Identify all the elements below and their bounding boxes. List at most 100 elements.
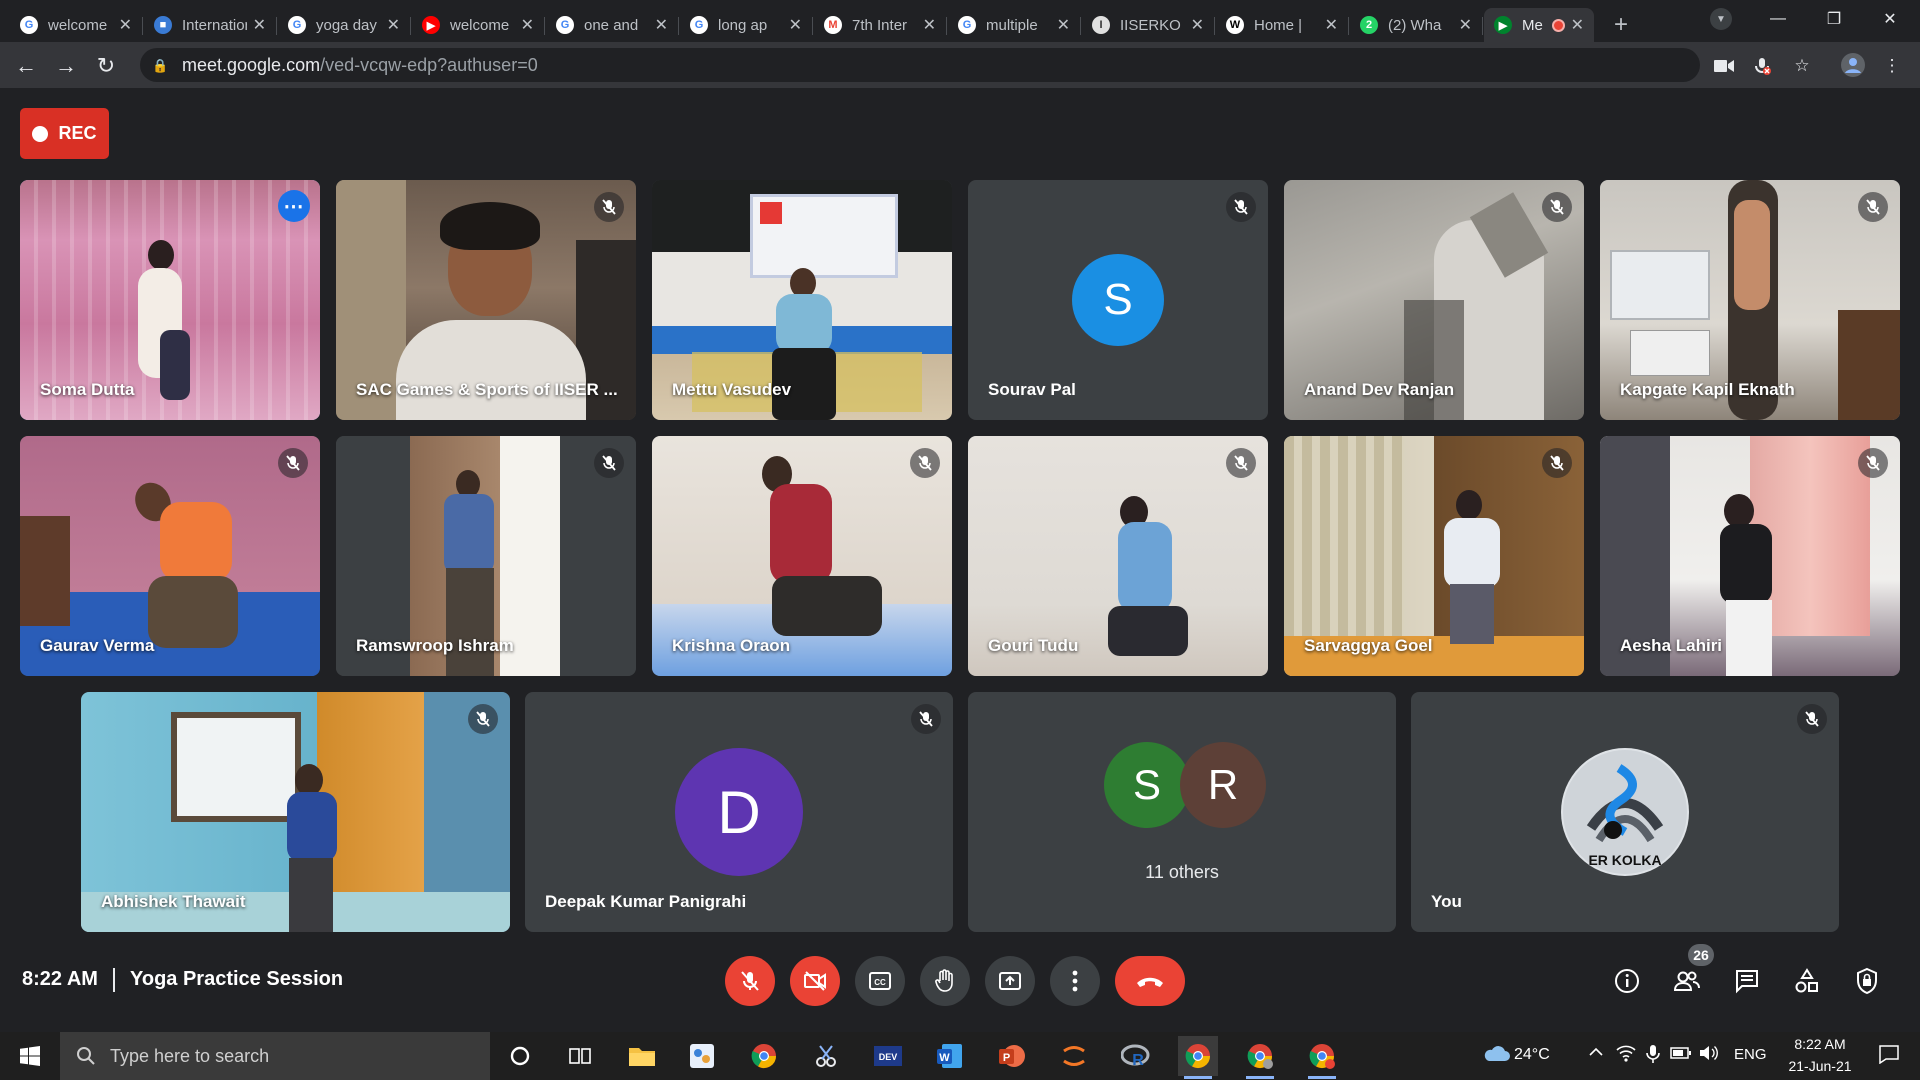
close-tab-icon[interactable]: ✕ xyxy=(655,15,668,35)
taskbar-search-box[interactable]: Type here to search xyxy=(60,1032,490,1080)
tab-search-button[interactable]: ▼ xyxy=(1710,8,1732,30)
close-tab-icon[interactable]: ✕ xyxy=(1057,15,1070,35)
participant-tile[interactable]: Sarvaggya Goel xyxy=(1284,436,1584,676)
participant-name: Sarvaggya Goel xyxy=(1304,636,1433,655)
iiser-icon: I xyxy=(1092,16,1110,34)
weather-icon[interactable] xyxy=(1482,1042,1510,1069)
browser-tab[interactable]: Glong ap ✕ xyxy=(678,8,812,42)
captions-button[interactable]: CC xyxy=(855,956,905,1006)
browser-tab[interactable]: ▶ Me ✕ xyxy=(1482,8,1594,42)
browser-tab[interactable]: Gmultiple ✕ xyxy=(946,8,1080,42)
r-language-icon[interactable]: R xyxy=(1116,1036,1156,1076)
powerpoint-icon[interactable]: P xyxy=(992,1036,1032,1076)
browser-tab[interactable]: Gyoga day ✕ xyxy=(276,8,410,42)
raise-hand-button[interactable] xyxy=(920,956,970,1006)
participant-tile[interactable]: D Deepak Kumar Panigrahi xyxy=(525,692,953,932)
activities-button[interactable] xyxy=(1792,966,1822,996)
close-tab-icon[interactable]: ✕ xyxy=(1325,15,1338,35)
browser-tab[interactable]: Gwelcome ✕ xyxy=(10,8,142,42)
show-hidden-icons[interactable] xyxy=(1588,1044,1604,1065)
participant-tile[interactable]: Anand Dev Ranjan xyxy=(1284,180,1584,420)
participant-tile[interactable]: Abhishek Thawait xyxy=(81,692,510,932)
participant-tile[interactable]: Aesha Lahiri xyxy=(1600,436,1900,676)
camera-toggle-button[interactable] xyxy=(790,956,840,1006)
close-tab-icon[interactable]: ✕ xyxy=(1459,15,1472,35)
browser-tab[interactable]: I IISERKO ✕ xyxy=(1080,8,1214,42)
taskbar-time[interactable]: 8:22 AM xyxy=(1780,1036,1860,1052)
close-tab-icon[interactable]: ✕ xyxy=(1191,15,1204,35)
profile-avatar[interactable] xyxy=(1838,50,1868,80)
chrome-taskbar-icon[interactable] xyxy=(744,1036,784,1076)
paint-app-icon[interactable] xyxy=(682,1036,722,1076)
microphone-icon[interactable] xyxy=(1646,1044,1660,1069)
mic-blocked-icon[interactable] xyxy=(1750,54,1774,78)
new-tab-button[interactable]: + xyxy=(1604,8,1638,42)
volume-icon[interactable] xyxy=(1698,1044,1720,1067)
participant-tile[interactable]: Ramswroop Ishram xyxy=(336,436,636,676)
participant-tile[interactable]: Mettu Vasudev xyxy=(652,180,952,420)
weather-temperature[interactable]: 24°C xyxy=(1514,1046,1550,1064)
self-tile[interactable]: ER KOLKA You xyxy=(1411,692,1839,932)
close-tab-icon[interactable]: ✕ xyxy=(521,15,534,35)
jupyter-icon[interactable] xyxy=(1054,1036,1094,1076)
windows-taskbar: Type here to search DEV W P R 24°C ENG 8… xyxy=(0,1032,1920,1080)
forward-icon[interactable]: → xyxy=(52,52,80,80)
close-tab-icon[interactable]: ✕ xyxy=(387,15,400,35)
browser-tab[interactable]: Gone and ✕ xyxy=(544,8,678,42)
close-tab-icon[interactable]: ✕ xyxy=(1571,15,1584,35)
browser-tab[interactable]: W Home | ✕ xyxy=(1214,8,1348,42)
back-icon[interactable]: ← xyxy=(12,52,40,80)
bookmark-star-icon[interactable]: ☆ xyxy=(1790,54,1814,78)
leave-call-button[interactable] xyxy=(1115,956,1185,1006)
chrome-window-icon[interactable] xyxy=(1178,1036,1218,1079)
reload-icon[interactable]: ↻ xyxy=(92,52,120,80)
language-indicator[interactable]: ENG xyxy=(1734,1046,1767,1063)
browser-tab[interactable]: ■ International ✕ xyxy=(142,8,276,42)
word-icon[interactable]: W xyxy=(930,1036,970,1076)
task-view-icon[interactable] xyxy=(560,1036,600,1076)
dev-cpp-icon[interactable]: DEV xyxy=(868,1036,908,1076)
chat-button[interactable] xyxy=(1732,966,1762,996)
wifi-icon[interactable] xyxy=(1616,1044,1636,1067)
file-explorer-icon[interactable] xyxy=(622,1036,662,1076)
participant-tile[interactable]: Krishna Oraon xyxy=(652,436,952,676)
battery-icon[interactable] xyxy=(1670,1046,1692,1065)
more-options-button[interactable] xyxy=(1050,956,1100,1006)
close-tab-icon[interactable]: ✕ xyxy=(119,15,132,35)
browser-tab[interactable]: ▶ welcome ✕ xyxy=(410,8,544,42)
close-window-button[interactable]: ✕ xyxy=(1866,2,1914,36)
notification-icon[interactable] xyxy=(1878,1044,1900,1069)
browser-tab[interactable]: 2 (2) Wha ✕ xyxy=(1348,8,1482,42)
participant-tile[interactable]: Kapgate Kapil Eknath xyxy=(1600,180,1900,420)
taskbar-date[interactable]: 21-Jun-21 xyxy=(1780,1058,1860,1074)
chrome-profile-icon[interactable] xyxy=(1240,1036,1280,1079)
camera-icon[interactable] xyxy=(1712,54,1736,78)
snipping-tool-icon[interactable] xyxy=(806,1036,846,1076)
chrome-menu-icon[interactable]: ⋮ xyxy=(1880,54,1904,78)
close-tab-icon[interactable]: ✕ xyxy=(923,15,936,35)
minimize-button[interactable]: — xyxy=(1754,2,1802,36)
close-tab-icon[interactable]: ✕ xyxy=(253,15,266,35)
close-tab-icon[interactable]: ✕ xyxy=(789,15,802,35)
participant-tile[interactable]: Gouri Tudu xyxy=(968,436,1268,676)
participant-tile[interactable]: SAC Games & Sports of IISER ... xyxy=(336,180,636,420)
meeting-details-button[interactable] xyxy=(1612,966,1642,996)
chrome-profile-2-icon[interactable] xyxy=(1302,1036,1342,1079)
cortana-icon[interactable] xyxy=(500,1036,540,1076)
mic-off-icon xyxy=(594,192,624,222)
mic-toggle-button[interactable] xyxy=(725,956,775,1006)
present-button[interactable] xyxy=(985,956,1035,1006)
start-button[interactable] xyxy=(0,1032,60,1080)
participant-tile[interactable]: ⋯ Soma Dutta xyxy=(20,180,320,420)
more-vert-icon xyxy=(1072,970,1078,992)
participant-tile[interactable]: Gaurav Verma xyxy=(20,436,320,676)
others-tile[interactable]: S R 11 others xyxy=(968,692,1396,932)
participants-button[interactable] xyxy=(1672,966,1702,996)
address-bar[interactable]: 🔒 meet.google.com/ved-vcqw-edp?authuser=… xyxy=(140,48,1700,82)
mic-off-icon xyxy=(278,448,308,478)
browser-tab[interactable]: M 7th Inter ✕ xyxy=(812,8,946,42)
more-options-icon[interactable]: ⋯ xyxy=(278,190,310,222)
restore-button[interactable]: ❐ xyxy=(1810,2,1858,36)
participant-tile[interactable]: S Sourav Pal xyxy=(968,180,1268,420)
host-controls-button[interactable] xyxy=(1852,966,1882,996)
